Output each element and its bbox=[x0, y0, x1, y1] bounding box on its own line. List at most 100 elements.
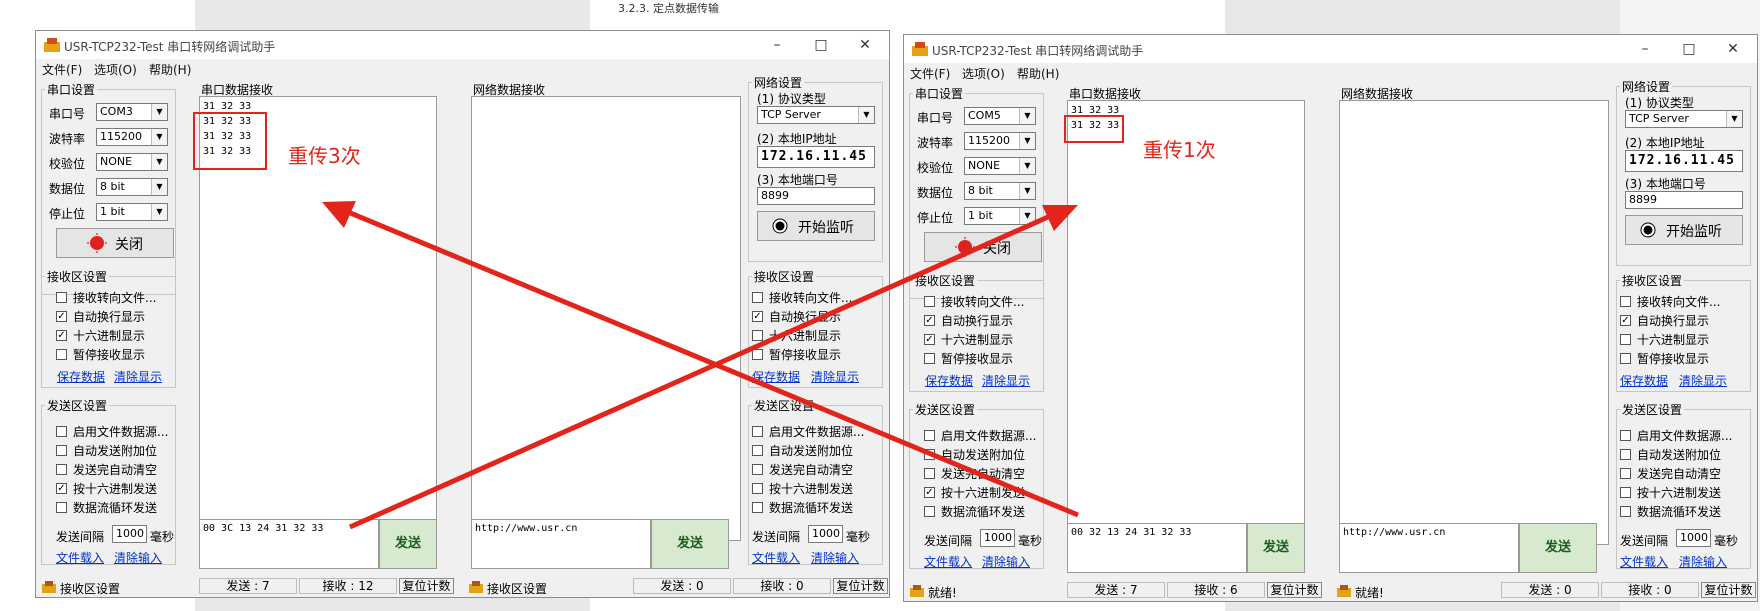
net-send-button[interactable]: 发送 bbox=[1519, 523, 1597, 573]
save-data-link[interactable]: 保存数据 bbox=[57, 368, 105, 385]
local-port-input[interactable]: 8899 bbox=[757, 187, 875, 205]
checkbox-hex-display[interactable] bbox=[1620, 334, 1631, 345]
interval-input[interactable]: 1000 bbox=[980, 529, 1015, 547]
serial-send-input[interactable]: 00 3C 13 24 31 32 33 bbox=[199, 519, 379, 569]
net-send-input[interactable]: http://www.usr.cn bbox=[1339, 523, 1519, 573]
stopbits-select[interactable]: 1 bit ▼ bbox=[96, 203, 168, 221]
checkbox-auto-newline[interactable]: ✓ bbox=[924, 315, 935, 326]
checkbox-hex-send[interactable]: ✓ bbox=[924, 487, 935, 498]
save-data-link[interactable]: 保存数据 bbox=[925, 372, 973, 389]
checkbox-loop-send[interactable] bbox=[56, 502, 67, 513]
checkbox-loop-send[interactable] bbox=[1620, 506, 1631, 517]
file-load-link[interactable]: 文件载入 bbox=[924, 553, 972, 570]
checkbox-auto-clear[interactable] bbox=[1620, 468, 1631, 479]
checkbox-file-source[interactable] bbox=[924, 430, 935, 441]
parity-select[interactable]: NONE ▼ bbox=[96, 153, 168, 171]
baud-select[interactable]: 115200 ▼ bbox=[96, 128, 168, 146]
serial-reset-button[interactable]: 复位计数 bbox=[399, 578, 454, 594]
file-load-link[interactable]: 文件载入 bbox=[1620, 553, 1668, 570]
checkbox-hex-display[interactable] bbox=[752, 330, 763, 341]
checkbox-auto-newline[interactable]: ✓ bbox=[752, 311, 763, 322]
checkbox-auto-clear[interactable] bbox=[752, 464, 763, 475]
close-icon[interactable]: ✕ bbox=[843, 33, 887, 57]
close-port-button[interactable]: 关闭 bbox=[924, 232, 1042, 262]
start-listen-button[interactable]: 开始监听 bbox=[1625, 215, 1743, 245]
checkbox-recv-to-file[interactable] bbox=[1620, 296, 1631, 307]
interval-input[interactable]: 1000 bbox=[808, 525, 843, 543]
databits-select[interactable]: 8 bit ▼ bbox=[96, 178, 168, 196]
clear-display-link[interactable]: 清除显示 bbox=[1679, 372, 1727, 389]
local-port-input[interactable]: 8899 bbox=[1625, 191, 1743, 209]
title-bar[interactable]: USR-TCP232-Test 串口转网络调试助手 – □ ✕ bbox=[904, 35, 1757, 63]
checkbox-auto-clear[interactable] bbox=[924, 468, 935, 479]
port-select[interactable]: COM5 ▼ bbox=[964, 107, 1036, 125]
checkbox-append-bits[interactable] bbox=[1620, 449, 1631, 460]
start-listen-button[interactable]: 开始监听 bbox=[757, 211, 875, 241]
menu-file[interactable]: 文件(F) bbox=[42, 61, 82, 78]
serial-recv-area[interactable]: 31 32 33 31 32 33 bbox=[1067, 100, 1305, 545]
menu-file[interactable]: 文件(F) bbox=[910, 65, 950, 82]
serial-send-button[interactable]: 发送 bbox=[1247, 523, 1305, 573]
checkbox-hex-display[interactable]: ✓ bbox=[56, 330, 67, 341]
clear-display-link[interactable]: 清除显示 bbox=[811, 368, 859, 385]
checkbox-pause-display[interactable] bbox=[1620, 353, 1631, 364]
checkbox-hex-send[interactable]: ✓ bbox=[56, 483, 67, 494]
checkbox-pause-display[interactable] bbox=[752, 349, 763, 360]
clear-input-link[interactable]: 清除输入 bbox=[811, 549, 859, 566]
file-load-link[interactable]: 文件载入 bbox=[752, 549, 800, 566]
menu-options[interactable]: 选项(O) bbox=[962, 65, 1005, 82]
clear-input-link[interactable]: 清除输入 bbox=[982, 553, 1030, 570]
clear-input-link[interactable]: 清除输入 bbox=[114, 549, 162, 566]
title-bar[interactable]: USR-TCP232-Test 串口转网络调试助手 – □ ✕ bbox=[36, 31, 889, 59]
checkbox-hex-send[interactable] bbox=[752, 483, 763, 494]
net-reset-button[interactable]: 复位计数 bbox=[833, 578, 888, 594]
net-send-button[interactable]: 发送 bbox=[651, 519, 729, 569]
checkbox-auto-newline[interactable]: ✓ bbox=[1620, 315, 1631, 326]
net-recv-area[interactable] bbox=[1339, 100, 1609, 545]
serial-send-button[interactable]: 发送 bbox=[379, 519, 437, 569]
serial-send-input[interactable]: 00 32 13 24 31 32 33 bbox=[1067, 523, 1247, 573]
clear-display-link[interactable]: 清除显示 bbox=[114, 368, 162, 385]
protocol-select[interactable]: TCP Server ▼ bbox=[1625, 110, 1743, 128]
checkbox-file-source[interactable] bbox=[56, 426, 67, 437]
file-load-link[interactable]: 文件载入 bbox=[56, 549, 104, 566]
checkbox-loop-send[interactable] bbox=[752, 502, 763, 513]
checkbox-hex-send[interactable] bbox=[1620, 487, 1631, 498]
menu-help[interactable]: 帮助(H) bbox=[1017, 65, 1059, 82]
maximize-icon[interactable]: □ bbox=[1667, 37, 1711, 61]
checkbox-hex-display[interactable]: ✓ bbox=[924, 334, 935, 345]
checkbox-append-bits[interactable] bbox=[56, 445, 67, 456]
clear-display-link[interactable]: 清除显示 bbox=[982, 372, 1030, 389]
baud-select[interactable]: 115200 ▼ bbox=[964, 132, 1036, 150]
net-send-input[interactable]: http://www.usr.cn bbox=[471, 519, 651, 569]
minimize-icon[interactable]: – bbox=[755, 33, 799, 57]
net-reset-button[interactable]: 复位计数 bbox=[1701, 582, 1756, 598]
checkbox-append-bits[interactable] bbox=[924, 449, 935, 460]
checkbox-file-source[interactable] bbox=[752, 426, 763, 437]
close-port-button[interactable]: 关闭 bbox=[56, 228, 174, 258]
save-data-link[interactable]: 保存数据 bbox=[752, 368, 800, 385]
parity-select[interactable]: NONE ▼ bbox=[964, 157, 1036, 175]
checkbox-auto-clear[interactable] bbox=[56, 464, 67, 475]
checkbox-pause-display[interactable] bbox=[924, 353, 935, 364]
interval-input[interactable]: 1000 bbox=[1676, 529, 1711, 547]
checkbox-recv-to-file[interactable] bbox=[752, 292, 763, 303]
close-icon[interactable]: ✕ bbox=[1711, 37, 1755, 61]
interval-input[interactable]: 1000 bbox=[112, 525, 147, 543]
maximize-icon[interactable]: □ bbox=[799, 33, 843, 57]
stopbits-select[interactable]: 1 bit ▼ bbox=[964, 207, 1036, 225]
checkbox-pause-display[interactable] bbox=[56, 349, 67, 360]
checkbox-recv-to-file[interactable] bbox=[56, 292, 67, 303]
checkbox-recv-to-file[interactable] bbox=[924, 296, 935, 307]
databits-select[interactable]: 8 bit ▼ bbox=[964, 182, 1036, 200]
port-select[interactable]: COM3 ▼ bbox=[96, 103, 168, 121]
net-recv-area[interactable] bbox=[471, 96, 741, 541]
minimize-icon[interactable]: – bbox=[1623, 37, 1667, 61]
menu-help[interactable]: 帮助(H) bbox=[149, 61, 191, 78]
ip-input[interactable]: 172.16.11.45 bbox=[757, 146, 875, 168]
protocol-select[interactable]: TCP Server ▼ bbox=[757, 106, 875, 124]
checkbox-loop-send[interactable] bbox=[924, 506, 935, 517]
save-data-link[interactable]: 保存数据 bbox=[1620, 372, 1668, 389]
ip-input[interactable]: 172.16.11.45 bbox=[1625, 150, 1743, 172]
menu-options[interactable]: 选项(O) bbox=[94, 61, 137, 78]
